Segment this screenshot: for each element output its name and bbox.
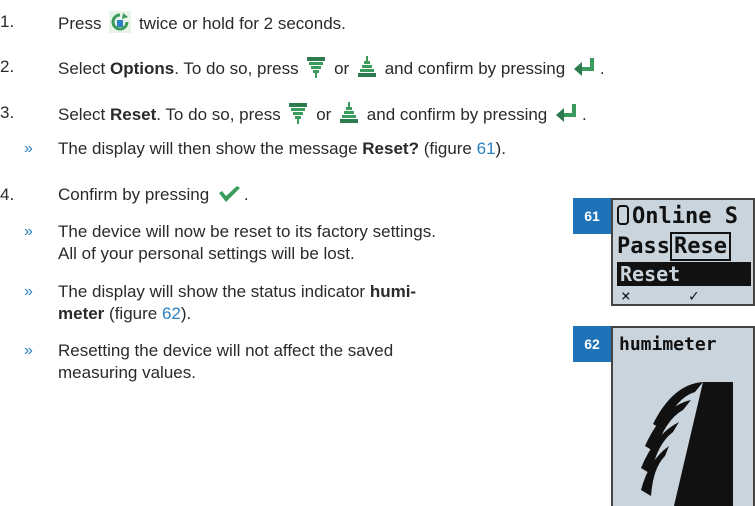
step-text: . [599, 59, 605, 78]
bullet-text: The device will now be reset to its fact… [58, 222, 436, 241]
step-text: Select [58, 59, 106, 78]
step-1-text: Press twice or hold for 2 seconds. [58, 11, 346, 35]
down-arrow-key-icon [289, 103, 308, 124]
step-3-text: Select Reset. To do so, press or and con… [58, 102, 587, 126]
step-text: twice or hold for 2 seconds. [138, 14, 346, 33]
step-text: . To do so, press [174, 59, 299, 78]
lcd-row: Online S [617, 204, 738, 229]
step-text: or [316, 105, 332, 124]
bullet-marker: » [24, 223, 33, 240]
step-text: Select [58, 105, 106, 124]
step-2-text: Select Options. To do so, press or and c… [58, 56, 605, 80]
lcd-text: Reset [620, 262, 681, 286]
lcd-text: Pass [617, 234, 670, 259]
up-arrow-key-icon [340, 102, 359, 123]
humimeter-logo-icon [641, 382, 733, 506]
enter-key-icon [556, 104, 576, 122]
figure-link[interactable]: 62 [162, 304, 181, 323]
step-text: The display will show the status indicat… [58, 282, 366, 301]
step-text: Press [58, 14, 102, 33]
lcd-cursor-icon [617, 205, 629, 225]
step-text: and confirm by pressing [384, 59, 566, 78]
menu-option-name: Reset [109, 105, 157, 124]
bullet-text: The display will show the status indicat… [58, 281, 416, 303]
step-number: 2. [0, 57, 15, 76]
enter-key-icon [573, 58, 594, 76]
menu-key-icon [109, 11, 132, 33]
lcd-text: Online S [632, 204, 738, 229]
lcd-row: Pass Rese [617, 232, 731, 261]
step-text: . [582, 105, 587, 124]
step-number: 1. [0, 12, 15, 31]
figure-62: 62 humimeter [573, 326, 755, 506]
step-text: ). [495, 139, 506, 158]
figure-61: 61 Online S Pass Rese Reset × ✓ [573, 198, 755, 306]
step-text: or [334, 59, 350, 78]
step-text: (figure [109, 304, 158, 323]
lcd-status-text: humimeter [619, 334, 717, 355]
step-text: and confirm by pressing [366, 105, 548, 124]
bullet-text: The display will then show the message R… [58, 138, 506, 160]
lcd-display: Online S Pass Rese Reset × ✓ [611, 198, 755, 306]
step-number: 3. [0, 103, 15, 122]
lcd-highlight-row: Reset [617, 262, 751, 286]
lcd-display: humimeter [611, 326, 755, 506]
step-text: ). [180, 304, 192, 323]
up-arrow-key-icon [357, 56, 376, 77]
status-indicator-name: humi- [369, 282, 417, 301]
display-message: Reset? [362, 139, 419, 158]
figure-link[interactable]: 61 [477, 139, 496, 158]
step-text: Confirm by pressing [58, 185, 210, 204]
menu-option-name: Options [109, 59, 175, 78]
bullet-text: Resetting the device will not affect the… [58, 341, 394, 360]
figure-label: 62 [573, 326, 611, 362]
status-indicator-name: meter [58, 304, 105, 323]
bullet-marker: » [24, 140, 33, 157]
step-text: (figure [423, 139, 472, 158]
bullet-text: measuring values. [58, 363, 196, 382]
check-key-icon [218, 186, 240, 202]
lcd-dialog-text: Rese [669, 232, 731, 261]
lcd-softkey-check: ✓ [689, 286, 699, 305]
bullet-text: meter (figure 62). [58, 303, 191, 325]
step-text: . To do so, press [156, 105, 281, 124]
bullet-marker: » [24, 342, 33, 359]
step-number: 4. [0, 185, 15, 204]
step-text: . [243, 185, 249, 204]
bullet-text: All of your personal settings will be lo… [58, 244, 355, 263]
step-text: The display will then show the message [58, 139, 358, 158]
lcd-softkey-left: × [621, 286, 631, 305]
step-4-text: Confirm by pressing . [58, 184, 249, 206]
down-arrow-key-icon [307, 57, 326, 78]
figure-label: 61 [573, 198, 611, 234]
bullet-marker: » [24, 283, 33, 300]
